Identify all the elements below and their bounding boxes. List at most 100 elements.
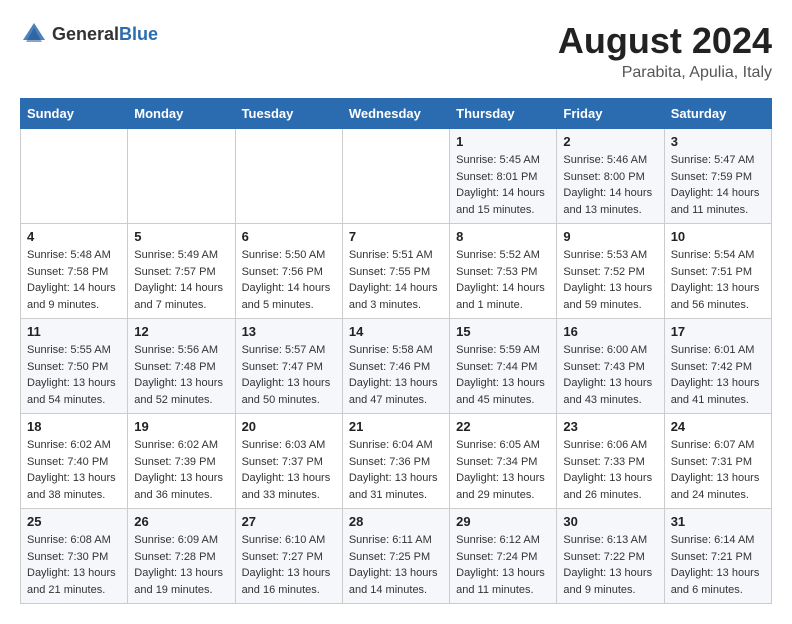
day-number: 1 — [456, 134, 550, 149]
logo: GeneralBlue — [20, 20, 158, 48]
calendar-week-row: 4 Sunrise: 5:48 AMSunset: 7:58 PMDaylight… — [21, 224, 772, 319]
day-number: 15 — [456, 324, 550, 339]
day-number: 4 — [27, 229, 121, 244]
day-number: 24 — [671, 419, 765, 434]
calendar-cell: 24 Sunrise: 6:07 AMSunset: 7:31 PMDayligh… — [664, 414, 771, 509]
day-info: Sunrise: 6:01 AMSunset: 7:42 PMDaylight:… — [671, 342, 765, 408]
day-info: Sunrise: 6:11 AMSunset: 7:25 PMDaylight:… — [349, 532, 443, 598]
day-info: Sunrise: 6:02 AMSunset: 7:40 PMDaylight:… — [27, 437, 121, 503]
calendar-header-row: SundayMondayTuesdayWednesdayThursdayFrid… — [21, 99, 772, 129]
day-info: Sunrise: 6:13 AMSunset: 7:22 PMDaylight:… — [563, 532, 657, 598]
day-number: 25 — [27, 514, 121, 529]
calendar-week-row: 25 Sunrise: 6:08 AMSunset: 7:30 PMDayligh… — [21, 509, 772, 604]
day-number: 20 — [242, 419, 336, 434]
calendar-cell: 1 Sunrise: 5:45 AMSunset: 8:01 PMDaylight… — [450, 129, 557, 224]
calendar-cell: 20 Sunrise: 6:03 AMSunset: 7:37 PMDayligh… — [235, 414, 342, 509]
day-info: Sunrise: 5:57 AMSunset: 7:47 PMDaylight:… — [242, 342, 336, 408]
page-header: GeneralBlue August 2024 Parabita, Apulia… — [20, 20, 772, 82]
day-number: 30 — [563, 514, 657, 529]
day-info: Sunrise: 6:06 AMSunset: 7:33 PMDaylight:… — [563, 437, 657, 503]
day-number: 10 — [671, 229, 765, 244]
day-number: 17 — [671, 324, 765, 339]
header-day-wednesday: Wednesday — [342, 99, 449, 129]
day-info: Sunrise: 5:46 AMSunset: 8:00 PMDaylight:… — [563, 152, 657, 218]
day-number: 6 — [242, 229, 336, 244]
day-info: Sunrise: 5:47 AMSunset: 7:59 PMDaylight:… — [671, 152, 765, 218]
day-number: 11 — [27, 324, 121, 339]
calendar-cell — [21, 129, 128, 224]
day-info: Sunrise: 5:56 AMSunset: 7:48 PMDaylight:… — [134, 342, 228, 408]
calendar-cell — [235, 129, 342, 224]
day-number: 26 — [134, 514, 228, 529]
day-info: Sunrise: 6:04 AMSunset: 7:36 PMDaylight:… — [349, 437, 443, 503]
day-info: Sunrise: 5:49 AMSunset: 7:57 PMDaylight:… — [134, 247, 228, 313]
day-number: 31 — [671, 514, 765, 529]
day-info: Sunrise: 6:00 AMSunset: 7:43 PMDaylight:… — [563, 342, 657, 408]
day-info: Sunrise: 6:08 AMSunset: 7:30 PMDaylight:… — [27, 532, 121, 598]
calendar-cell: 17 Sunrise: 6:01 AMSunset: 7:42 PMDayligh… — [664, 319, 771, 414]
calendar-cell: 5Sunrise: 5:49 AMSunset: 7:57 PMDaylight… — [128, 224, 235, 319]
header-day-monday: Monday — [128, 99, 235, 129]
logo-text-general: General — [52, 24, 119, 44]
day-number: 12 — [134, 324, 228, 339]
calendar-table: SundayMondayTuesdayWednesdayThursdayFrid… — [20, 98, 772, 604]
day-number: 13 — [242, 324, 336, 339]
day-number: 14 — [349, 324, 443, 339]
day-number: 19 — [134, 419, 228, 434]
calendar-cell: 25 Sunrise: 6:08 AMSunset: 7:30 PMDayligh… — [21, 509, 128, 604]
day-info: Sunrise: 6:14 AMSunset: 7:21 PMDaylight:… — [671, 532, 765, 598]
header-day-tuesday: Tuesday — [235, 99, 342, 129]
calendar-cell — [128, 129, 235, 224]
day-info: Sunrise: 5:52 AMSunset: 7:53 PMDaylight:… — [456, 247, 550, 313]
calendar-cell: 28 Sunrise: 6:11 AMSunset: 7:25 PMDayligh… — [342, 509, 449, 604]
calendar-week-row: 1 Sunrise: 5:45 AMSunset: 8:01 PMDaylight… — [21, 129, 772, 224]
day-info: Sunrise: 6:07 AMSunset: 7:31 PMDaylight:… — [671, 437, 765, 503]
header-day-thursday: Thursday — [450, 99, 557, 129]
location: Parabita, Apulia, Italy — [558, 64, 772, 82]
header-day-friday: Friday — [557, 99, 664, 129]
day-info: Sunrise: 5:50 AMSunset: 7:56 PMDaylight:… — [242, 247, 336, 313]
calendar-cell: 21 Sunrise: 6:04 AMSunset: 7:36 PMDayligh… — [342, 414, 449, 509]
day-number: 28 — [349, 514, 443, 529]
calendar-cell: 16 Sunrise: 6:00 AMSunset: 7:43 PMDayligh… — [557, 319, 664, 414]
day-number: 16 — [563, 324, 657, 339]
day-info: Sunrise: 6:12 AMSunset: 7:24 PMDaylight:… — [456, 532, 550, 598]
calendar-cell: 8 Sunrise: 5:52 AMSunset: 7:53 PMDaylight… — [450, 224, 557, 319]
calendar-cell: 4 Sunrise: 5:48 AMSunset: 7:58 PMDaylight… — [21, 224, 128, 319]
calendar-cell: 12 Sunrise: 5:56 AMSunset: 7:48 PMDayligh… — [128, 319, 235, 414]
calendar-week-row: 11 Sunrise: 5:55 AMSunset: 7:50 PMDayligh… — [21, 319, 772, 414]
day-number: 18 — [27, 419, 121, 434]
day-number: 8 — [456, 229, 550, 244]
day-info: Sunrise: 5:48 AMSunset: 7:58 PMDaylight:… — [27, 247, 121, 313]
calendar-cell: 19 Sunrise: 6:02 AMSunset: 7:39 PMDayligh… — [128, 414, 235, 509]
calendar-cell: 11 Sunrise: 5:55 AMSunset: 7:50 PMDayligh… — [21, 319, 128, 414]
calendar-cell: 7Sunrise: 5:51 AMSunset: 7:55 PMDaylight… — [342, 224, 449, 319]
calendar-week-row: 18 Sunrise: 6:02 AMSunset: 7:40 PMDayligh… — [21, 414, 772, 509]
day-info: Sunrise: 5:55 AMSunset: 7:50 PMDaylight:… — [27, 342, 121, 408]
day-info: Sunrise: 5:51 AMSunset: 7:55 PMDaylight:… — [349, 247, 443, 313]
day-info: Sunrise: 6:03 AMSunset: 7:37 PMDaylight:… — [242, 437, 336, 503]
calendar-cell: 18 Sunrise: 6:02 AMSunset: 7:40 PMDayligh… — [21, 414, 128, 509]
calendar-cell: 6 Sunrise: 5:50 AMSunset: 7:56 PMDaylight… — [235, 224, 342, 319]
day-info: Sunrise: 5:54 AMSunset: 7:51 PMDaylight:… — [671, 247, 765, 313]
header-day-saturday: Saturday — [664, 99, 771, 129]
calendar-cell: 23Sunrise: 6:06 AMSunset: 7:33 PMDayligh… — [557, 414, 664, 509]
day-number: 22 — [456, 419, 550, 434]
calendar-cell: 3Sunrise: 5:47 AMSunset: 7:59 PMDaylight… — [664, 129, 771, 224]
calendar-cell: 29Sunrise: 6:12 AMSunset: 7:24 PMDayligh… — [450, 509, 557, 604]
header-day-sunday: Sunday — [21, 99, 128, 129]
day-info: Sunrise: 5:45 AMSunset: 8:01 PMDaylight:… — [456, 152, 550, 218]
calendar-cell: 10 Sunrise: 5:54 AMSunset: 7:51 PMDayligh… — [664, 224, 771, 319]
calendar-cell: 26Sunrise: 6:09 AMSunset: 7:28 PMDayligh… — [128, 509, 235, 604]
day-number: 21 — [349, 419, 443, 434]
day-info: Sunrise: 6:02 AMSunset: 7:39 PMDaylight:… — [134, 437, 228, 503]
day-number: 9 — [563, 229, 657, 244]
calendar-cell: 2Sunrise: 5:46 AMSunset: 8:00 PMDaylight… — [557, 129, 664, 224]
day-number: 27 — [242, 514, 336, 529]
calendar-cell: 30 Sunrise: 6:13 AMSunset: 7:22 PMDayligh… — [557, 509, 664, 604]
day-info: Sunrise: 5:58 AMSunset: 7:46 PMDaylight:… — [349, 342, 443, 408]
calendar-cell: 31 Sunrise: 6:14 AMSunset: 7:21 PMDayligh… — [664, 509, 771, 604]
title-block: August 2024 Parabita, Apulia, Italy — [558, 20, 772, 82]
calendar-cell: 9Sunrise: 5:53 AMSunset: 7:52 PMDaylight… — [557, 224, 664, 319]
calendar-cell: 22Sunrise: 6:05 AMSunset: 7:34 PMDayligh… — [450, 414, 557, 509]
